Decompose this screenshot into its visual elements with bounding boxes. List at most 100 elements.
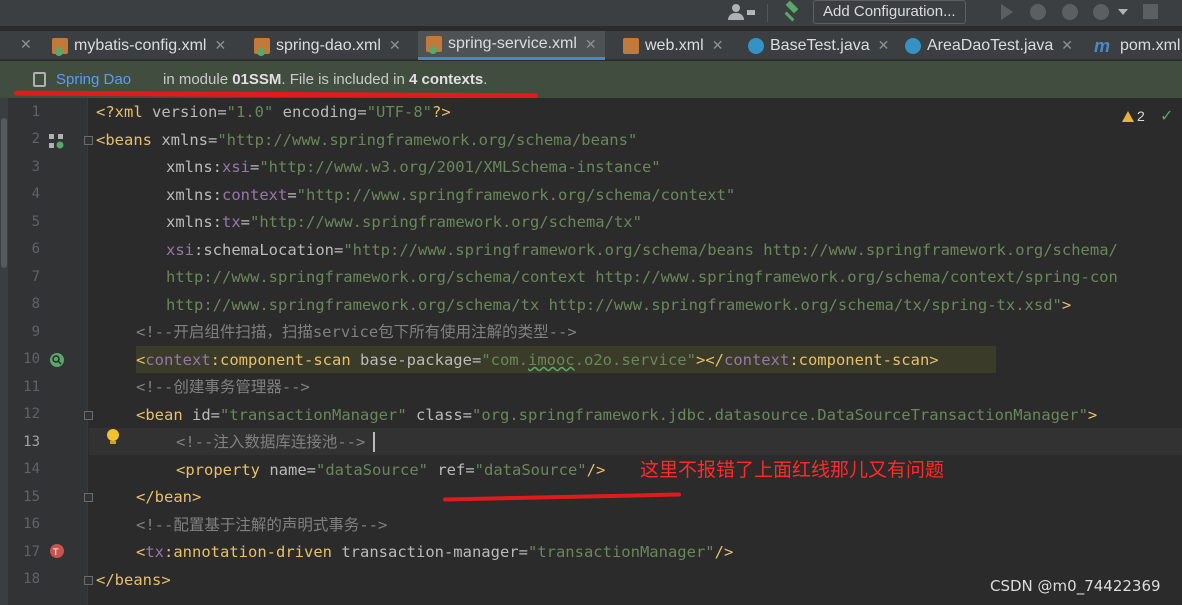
tab-pom-xml[interactable]: m pom.xml <box>1094 31 1180 60</box>
code-line-5[interactable]: xmlns:tx="http://www.springframework.org… <box>166 209 642 236</box>
xml-file-icon <box>52 37 68 56</box>
debug-icon[interactable] <box>1030 4 1046 20</box>
attr: ref <box>427 461 466 479</box>
spring-bean-icon[interactable] <box>48 133 64 149</box>
value: "1.0" <box>226 103 274 121</box>
contexts-count[interactable]: 4 contexts <box>409 71 483 88</box>
tag: ></ <box>695 351 724 369</box>
tag: :component-scan> <box>789 351 939 369</box>
tab-label: mybatis-config.xml <box>74 36 207 54</box>
line-number: 15 <box>23 489 40 505</box>
attr: xmlns <box>161 131 208 149</box>
eq: = <box>333 241 344 259</box>
scrollbar-thumb[interactable] <box>1 118 7 268</box>
attr: encoding <box>273 103 358 121</box>
banner-mid: . File is included in <box>281 71 409 88</box>
tab-spring-dao[interactable]: spring-dao.xml ✕ <box>254 31 401 60</box>
tab-spring-service[interactable]: spring-service.xml ✕ <box>418 31 605 60</box>
tab-label: spring-service.xml <box>448 35 577 52</box>
code-line-4[interactable]: xmlns:context="http://www.springframewor… <box>166 182 735 209</box>
stop-icon[interactable] <box>1143 4 1158 19</box>
close-icon[interactable]: ✕ <box>585 36 597 53</box>
xml-decl: <?xml <box>96 103 152 121</box>
line-number: 9 <box>31 324 40 340</box>
close-icon[interactable]: ✕ <box>389 37 401 54</box>
svg-text:T: T <box>52 548 59 558</box>
line-number: 6 <box>31 241 40 257</box>
banner-prefix: in module <box>163 71 233 88</box>
tag: > <box>1061 296 1072 314</box>
namespace: context <box>145 351 211 369</box>
tab-areadaotest[interactable]: AreaDaoTest.java ✕ <box>905 31 1073 60</box>
build-hammer-icon[interactable] <box>780 0 802 22</box>
code-line-13[interactable]: <!--注入数据库连接池--> <box>176 429 365 456</box>
attr: class <box>406 406 463 424</box>
web-xml-icon <box>623 37 639 54</box>
eq: = <box>518 543 528 561</box>
close-icon[interactable]: ✕ <box>1061 37 1073 54</box>
tag: </bean> <box>136 488 202 506</box>
spring-dao-link[interactable]: Spring Dao <box>56 71 131 88</box>
code-line-11[interactable]: <!--创建事务管理器--> <box>136 374 310 401</box>
run-icon[interactable] <box>1001 4 1013 20</box>
code-line-14[interactable]: <property name="dataSource" ref="dataSou… <box>176 457 605 484</box>
eq: = <box>287 186 297 204</box>
code-line-12[interactable]: <bean id="transactionManager" class="org… <box>136 402 1097 429</box>
class-icon <box>905 37 921 54</box>
tab-basetest[interactable]: BaseTest.java ✕ <box>748 31 889 60</box>
code-line-6[interactable]: xsi:schemaLocation="http://www.springfra… <box>166 237 1182 264</box>
code-line-3[interactable]: xmlns:xsi="http://www.w3.org/2001/XMLSch… <box>166 154 661 181</box>
tag: /> <box>586 461 606 479</box>
tab-web-xml[interactable]: web.xml ✕ <box>623 31 723 60</box>
eq: = <box>357 103 367 121</box>
coverage-icon[interactable] <box>1062 4 1078 20</box>
add-configuration-button[interactable]: Add Configuration... <box>813 0 966 24</box>
spring-scan-icon[interactable] <box>49 352 65 368</box>
warnings-indicator[interactable]: 2 <box>1122 108 1145 124</box>
code-line-17[interactable]: <tx:annotation-driven transaction-manage… <box>136 539 733 566</box>
chevron-down-icon[interactable] <box>1118 9 1128 15</box>
fold-marker[interactable] <box>84 576 93 585</box>
eq: = <box>462 406 472 424</box>
user-icon[interactable] <box>724 2 760 22</box>
line-number: 18 <box>23 571 40 587</box>
line-number: 13 <box>23 434 40 450</box>
fold-marker[interactable] <box>84 136 93 145</box>
fold-marker[interactable] <box>84 411 93 420</box>
value: "com. <box>481 351 528 369</box>
close-icon[interactable]: ✕ <box>712 37 724 54</box>
close-icon[interactable]: ✕ <box>20 37 32 53</box>
transaction-icon[interactable]: T <box>49 543 65 559</box>
namespace: tx <box>222 213 241 231</box>
code-line-7[interactable]: http://www.springframework.org/schema/co… <box>166 264 1182 291</box>
profiler-icon[interactable] <box>1093 4 1109 20</box>
watermark: CSDN @m0_74422369 <box>990 577 1161 595</box>
code-line-2[interactable]: <beans xmlns="http://www.springframework… <box>96 127 637 154</box>
attr: transaction-manager <box>341 543 519 561</box>
code-line-8[interactable]: http://www.springframework.org/schema/tx… <box>166 292 1071 319</box>
tab-label: web.xml <box>645 36 704 54</box>
code-line-10[interactable]: <context:component-scan base-package="co… <box>136 347 939 374</box>
tag: <bean <box>136 406 192 424</box>
close-icon[interactable]: ✕ <box>214 37 226 54</box>
eq: = <box>306 461 316 479</box>
code-line-9[interactable]: <!--开启组件扫描，扫描service包下所有使用注解的类型--> <box>136 319 577 346</box>
value: "dataSource" <box>316 461 428 479</box>
lightbulb-icon[interactable] <box>106 429 120 445</box>
close-icon[interactable]: ✕ <box>878 37 890 54</box>
check-icon[interactable]: ✓ <box>1160 106 1173 125</box>
namespace: context <box>723 351 790 369</box>
code-line-18[interactable]: </beans> <box>96 567 171 594</box>
line-number: 7 <box>31 269 40 285</box>
namespace: tx <box>145 543 165 561</box>
namespace: context <box>222 186 288 204</box>
code-line-15[interactable]: </bean> <box>136 484 201 511</box>
eq: = <box>208 131 218 149</box>
tag: <property <box>176 461 270 479</box>
code-line-1[interactable]: <?xml version="1.0" encoding="UTF-8"?> <box>96 99 451 126</box>
left-scrollbar[interactable] <box>0 98 8 605</box>
tab-mybatis-config[interactable]: mybatis-config.xml ✕ <box>52 31 226 60</box>
line-number: 11 <box>23 379 40 395</box>
fold-marker[interactable] <box>84 493 93 502</box>
code-line-16[interactable]: <!--配置基于注解的声明式事务--> <box>136 512 387 539</box>
